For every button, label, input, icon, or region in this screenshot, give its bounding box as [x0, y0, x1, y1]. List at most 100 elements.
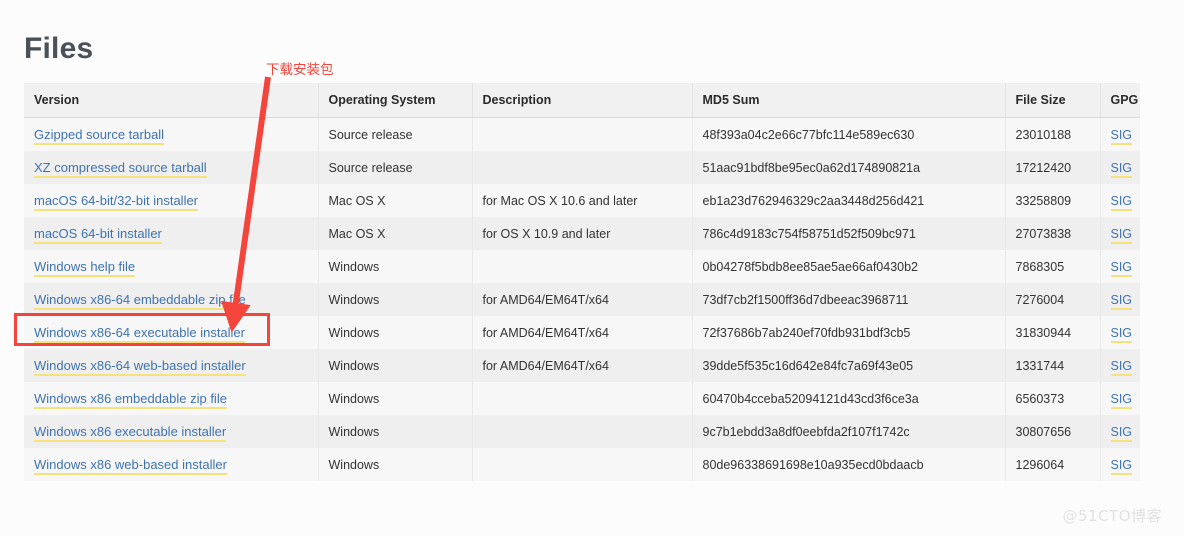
- gpg-sig-link[interactable]: SIG: [1110, 259, 1133, 277]
- cell-operating-system: Mac OS X: [318, 217, 473, 250]
- cell-version: Windows x86-64 web-based installer: [24, 349, 319, 382]
- cell-description: for OS X 10.9 and later: [472, 217, 693, 250]
- cell-md5-sum: eb1a23d762946329c2aa3448d256d421: [692, 184, 1006, 217]
- cell-description: [472, 448, 693, 481]
- cell-version: macOS 64-bit/32-bit installer: [24, 184, 319, 217]
- gpg-sig-link[interactable]: SIG: [1110, 358, 1133, 376]
- files-table: Version Operating System Description MD5…: [24, 83, 1140, 481]
- table-row: Windows help file Windows 0b04278f5bdb8ee8…: [24, 250, 1140, 283]
- cell-gpg: SIG: [1100, 448, 1140, 481]
- cell-file-size: 27073838: [1005, 217, 1101, 250]
- cell-gpg: SIG: [1100, 382, 1140, 415]
- cell-md5-sum: 60470b4cceba52094121d43cd3f6ce3a: [692, 382, 1006, 415]
- cell-version: XZ compressed source tarball: [24, 151, 319, 184]
- table-row: Windows x86 web-based installer Windows 80…: [24, 448, 1140, 481]
- cell-md5-sum: 51aac91bdf8be95ec0a62d174890821a: [692, 151, 1006, 184]
- cell-version: Windows x86 web-based installer: [24, 448, 319, 481]
- gpg-sig-link[interactable]: SIG: [1110, 325, 1133, 343]
- cell-gpg: SIG: [1100, 151, 1140, 184]
- column-header-version: Version: [24, 83, 319, 118]
- cell-file-size: 7276004: [1005, 283, 1101, 316]
- annotation-text: 下载安装包: [266, 62, 334, 78]
- cell-gpg: SIG: [1100, 349, 1140, 382]
- download-link[interactable]: macOS 64-bit installer: [34, 226, 162, 244]
- cell-version: Windows x86-64 executable installer: [24, 316, 319, 349]
- download-link[interactable]: Gzipped source tarball: [34, 127, 165, 145]
- cell-version: macOS 64-bit installer: [24, 217, 319, 250]
- cell-operating-system: Windows: [318, 382, 473, 415]
- gpg-sig-link[interactable]: SIG: [1110, 424, 1133, 442]
- cell-description: for Mac OS X 10.6 and later: [472, 184, 693, 217]
- cell-file-size: 31830944: [1005, 316, 1101, 349]
- cell-md5-sum: 48f393a04c2e66c77bfc114e589ec630: [692, 117, 1006, 151]
- table-row: XZ compressed source tarball Source relea…: [24, 151, 1140, 184]
- cell-file-size: 23010188: [1005, 117, 1101, 151]
- cell-file-size: 30807656: [1005, 415, 1101, 448]
- cell-description: [472, 382, 693, 415]
- cell-description: [472, 117, 693, 151]
- table-row: macOS 64-bit installer Mac OS Xfor OS X 1…: [24, 217, 1140, 250]
- cell-description: for AMD64/EM64T/x64: [472, 349, 693, 382]
- cell-file-size: 33258809: [1005, 184, 1101, 217]
- cell-gpg: SIG: [1100, 117, 1140, 151]
- download-link[interactable]: Windows x86 embeddable zip file: [34, 391, 227, 409]
- cell-file-size: 17212420: [1005, 151, 1101, 184]
- column-header-md5: MD5 Sum: [692, 83, 1006, 118]
- download-link[interactable]: Windows x86-64 web-based installer: [34, 358, 246, 376]
- cell-gpg: SIG: [1100, 283, 1140, 316]
- page-title: Files: [24, 32, 94, 66]
- watermark: @51CTO博客: [1062, 507, 1162, 525]
- cell-description: [472, 151, 693, 184]
- column-header-description: Description: [472, 83, 693, 118]
- cell-description: for AMD64/EM64T/x64: [472, 316, 693, 349]
- gpg-sig-link[interactable]: SIG: [1110, 391, 1133, 409]
- cell-operating-system: Mac OS X: [318, 184, 473, 217]
- cell-description: [472, 415, 693, 448]
- gpg-sig-link[interactable]: SIG: [1110, 160, 1133, 178]
- download-link[interactable]: Windows help file: [34, 259, 136, 277]
- cell-md5-sum: 72f37686b7ab240ef70fdb931bdf3cb5: [692, 316, 1006, 349]
- gpg-sig-link[interactable]: SIG: [1110, 127, 1133, 145]
- gpg-sig-link[interactable]: SIG: [1110, 226, 1133, 244]
- column-header-gpg: GPG: [1100, 83, 1140, 118]
- gpg-sig-link[interactable]: SIG: [1110, 457, 1133, 475]
- download-link[interactable]: macOS 64-bit/32-bit installer: [34, 193, 199, 211]
- cell-version: Windows help file: [24, 250, 319, 283]
- cell-file-size: 1331744: [1005, 349, 1101, 382]
- download-link[interactable]: Windows x86 web-based installer: [34, 457, 227, 475]
- cell-md5-sum: 0b04278f5bdb8ee85ae5ae66af0430b2: [692, 250, 1006, 283]
- cell-gpg: SIG: [1100, 415, 1140, 448]
- cell-file-size: 7868305: [1005, 250, 1101, 283]
- table-row: Windows x86-64 executable installer Windo…: [24, 316, 1140, 349]
- cell-version: Windows x86 executable installer: [24, 415, 319, 448]
- cell-version: Windows x86-64 embeddable zip file: [24, 283, 319, 316]
- download-link[interactable]: Windows x86-64 executable installer: [34, 325, 245, 343]
- cell-gpg: SIG: [1100, 250, 1140, 283]
- cell-version: Windows x86 embeddable zip file: [24, 382, 319, 415]
- table-row: Windows x86 executable installer Windows 9…: [24, 415, 1140, 448]
- cell-operating-system: Windows: [318, 448, 473, 481]
- table-body: Gzipped source tarball Source release 48f3…: [24, 117, 1140, 481]
- cell-operating-system: Source release: [318, 151, 473, 184]
- download-link[interactable]: Windows x86-64 embeddable zip file: [34, 292, 246, 310]
- download-link[interactable]: Windows x86 executable installer: [34, 424, 227, 442]
- table-header-row: Version Operating System Description MD5…: [24, 83, 1140, 118]
- table-row: Windows x86-64 web-based installer Window…: [24, 349, 1140, 382]
- gpg-sig-link[interactable]: SIG: [1110, 193, 1133, 211]
- cell-operating-system: Windows: [318, 415, 473, 448]
- column-header-os: Operating System: [318, 83, 473, 118]
- table-header: Version Operating System Description MD5…: [24, 83, 1140, 118]
- column-header-filesize: File Size: [1005, 83, 1101, 118]
- cell-file-size: 1296064: [1005, 448, 1101, 481]
- cell-md5-sum: 786c4d9183c754f58751d52f509bc971: [692, 217, 1006, 250]
- download-link[interactable]: XZ compressed source tarball: [34, 160, 207, 178]
- cell-version: Gzipped source tarball: [24, 117, 319, 151]
- cell-operating-system: Windows: [318, 316, 473, 349]
- cell-md5-sum: 73df7cb2f1500ff36d7dbeeac3968711: [692, 283, 1006, 316]
- cell-operating-system: Source release: [318, 117, 473, 151]
- table-row: Windows x86 embeddable zip file Windows 60…: [24, 382, 1140, 415]
- cell-operating-system: Windows: [318, 349, 473, 382]
- cell-gpg: SIG: [1100, 184, 1140, 217]
- gpg-sig-link[interactable]: SIG: [1110, 292, 1133, 310]
- cell-md5-sum: 9c7b1ebdd3a8df0eebfda2f107f1742c: [692, 415, 1006, 448]
